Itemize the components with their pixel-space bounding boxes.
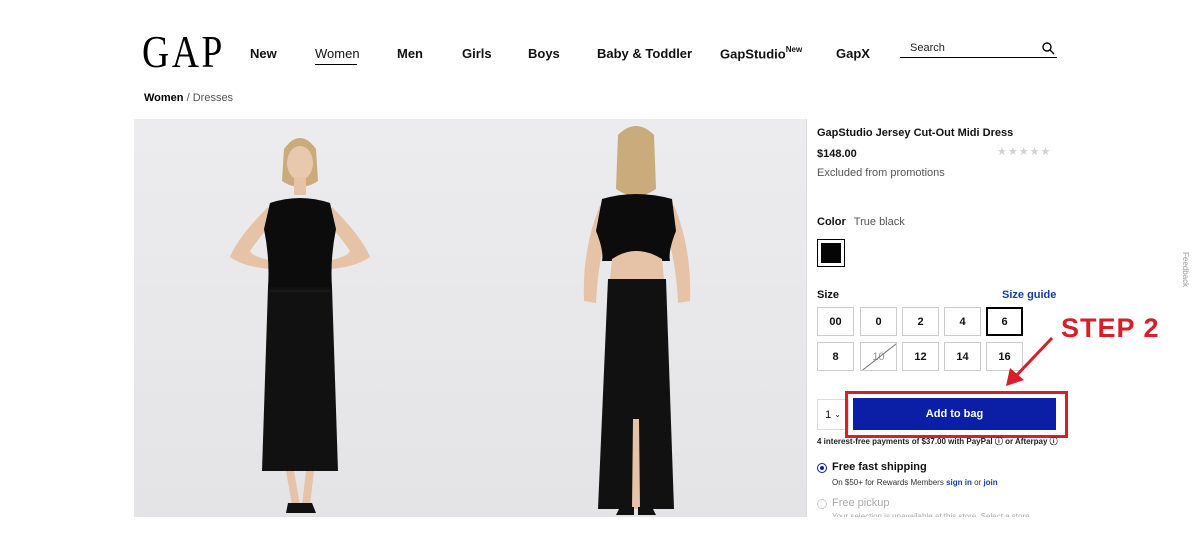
gap-logo[interactable]: GAP (142, 29, 222, 75)
color-swatch-true-black[interactable] (817, 239, 845, 267)
rating-stars[interactable]: ★★★★★ (997, 145, 1051, 158)
product-price: $148.00 (817, 148, 857, 160)
nav-gapstudio-label: GapStudio (720, 46, 786, 62)
search-input[interactable]: Search (900, 40, 1057, 58)
or-text: or (974, 478, 982, 487)
size-14[interactable]: 14 (944, 342, 981, 371)
sign-in-link[interactable]: sign in (946, 478, 972, 487)
product-image-front[interactable] (134, 119, 470, 517)
swatch-fill (821, 243, 841, 263)
size-12[interactable]: 12 (902, 342, 939, 371)
shipping-title: Free fast shipping (832, 461, 927, 473)
size-8[interactable]: 8 (817, 342, 854, 371)
product-title: GapStudio Jersey Cut-Out Midi Dress (817, 127, 1014, 139)
size-4[interactable]: 4 (944, 307, 981, 336)
size-0[interactable]: 0 (860, 307, 897, 336)
join-link[interactable]: join (983, 478, 997, 487)
product-gallery (134, 119, 806, 517)
step-2-label: STEP 2 (1061, 313, 1160, 343)
step-arrow-icon (1006, 336, 1054, 386)
search-placeholder: Search (910, 42, 945, 54)
shipping-radio[interactable] (817, 463, 827, 473)
breadcrumb-separator: / (186, 92, 190, 104)
color-label: Color (817, 216, 846, 228)
payment-installments-note: 4 interest-free payments of $37.00 with … (817, 437, 1058, 446)
quantity-value: 1 (825, 408, 832, 421)
nav-gapx[interactable]: GapX (836, 46, 870, 61)
feedback-tab[interactable]: Feedback (1181, 252, 1190, 287)
chevron-down-icon: ⌄ (834, 410, 841, 419)
new-badge: New (785, 45, 803, 54)
pickup-title: Free pickup (832, 497, 890, 509)
color-value: True black (853, 216, 905, 228)
size-guide-link[interactable]: Size guide (1002, 289, 1056, 301)
search-icon[interactable] (1041, 41, 1055, 55)
size-label: Size (817, 289, 840, 301)
size-2[interactable]: 2 (902, 307, 939, 336)
nav-men[interactable]: Men (397, 46, 423, 61)
panel-divider (806, 119, 807, 517)
nav-gapstudio[interactable]: GapStudioNew (720, 45, 803, 62)
breadcrumb-women[interactable]: Women (144, 92, 184, 104)
size-6[interactable]: 6 (986, 307, 1023, 336)
active-nav-underline (315, 64, 357, 65)
product-image-back[interactable] (470, 119, 806, 517)
pickup-radio[interactable] (817, 499, 827, 509)
nav-boys[interactable]: Boys (528, 46, 560, 61)
shipping-sub-prefix: On $50+ for Rewards Members (832, 478, 944, 487)
nav-baby-toddler[interactable]: Baby & Toddler (597, 46, 692, 61)
breadcrumb-dresses[interactable]: Dresses (193, 92, 233, 104)
shipping-subtext: On $50+ for Rewards Members sign in or j… (832, 478, 998, 487)
color-row: Color True black (817, 216, 905, 228)
step-highlight-box (845, 391, 1068, 438)
promo-note: Excluded from promotions (817, 167, 945, 179)
nav-girls[interactable]: Girls (462, 46, 492, 61)
nav-women[interactable]: Women (315, 46, 360, 61)
pickup-note: Your selection is unavailable at this st… (832, 513, 1072, 517)
size-00[interactable]: 00 (817, 307, 854, 336)
size-10[interactable]: 10 (860, 342, 897, 371)
breadcrumb: Women / Dresses (144, 92, 233, 104)
nav-new[interactable]: New (250, 46, 277, 61)
